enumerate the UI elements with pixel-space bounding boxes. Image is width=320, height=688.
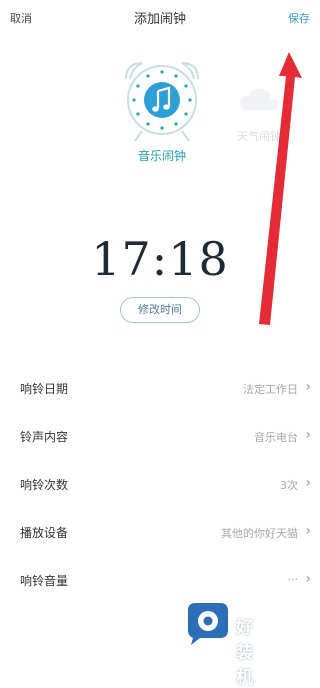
watermark-text: 好装机 bbox=[236, 618, 255, 688]
watermark: 好装机 bbox=[182, 600, 253, 688]
annotation-arrow-icon bbox=[259, 52, 302, 325]
watermark-logo-icon bbox=[188, 603, 228, 645]
